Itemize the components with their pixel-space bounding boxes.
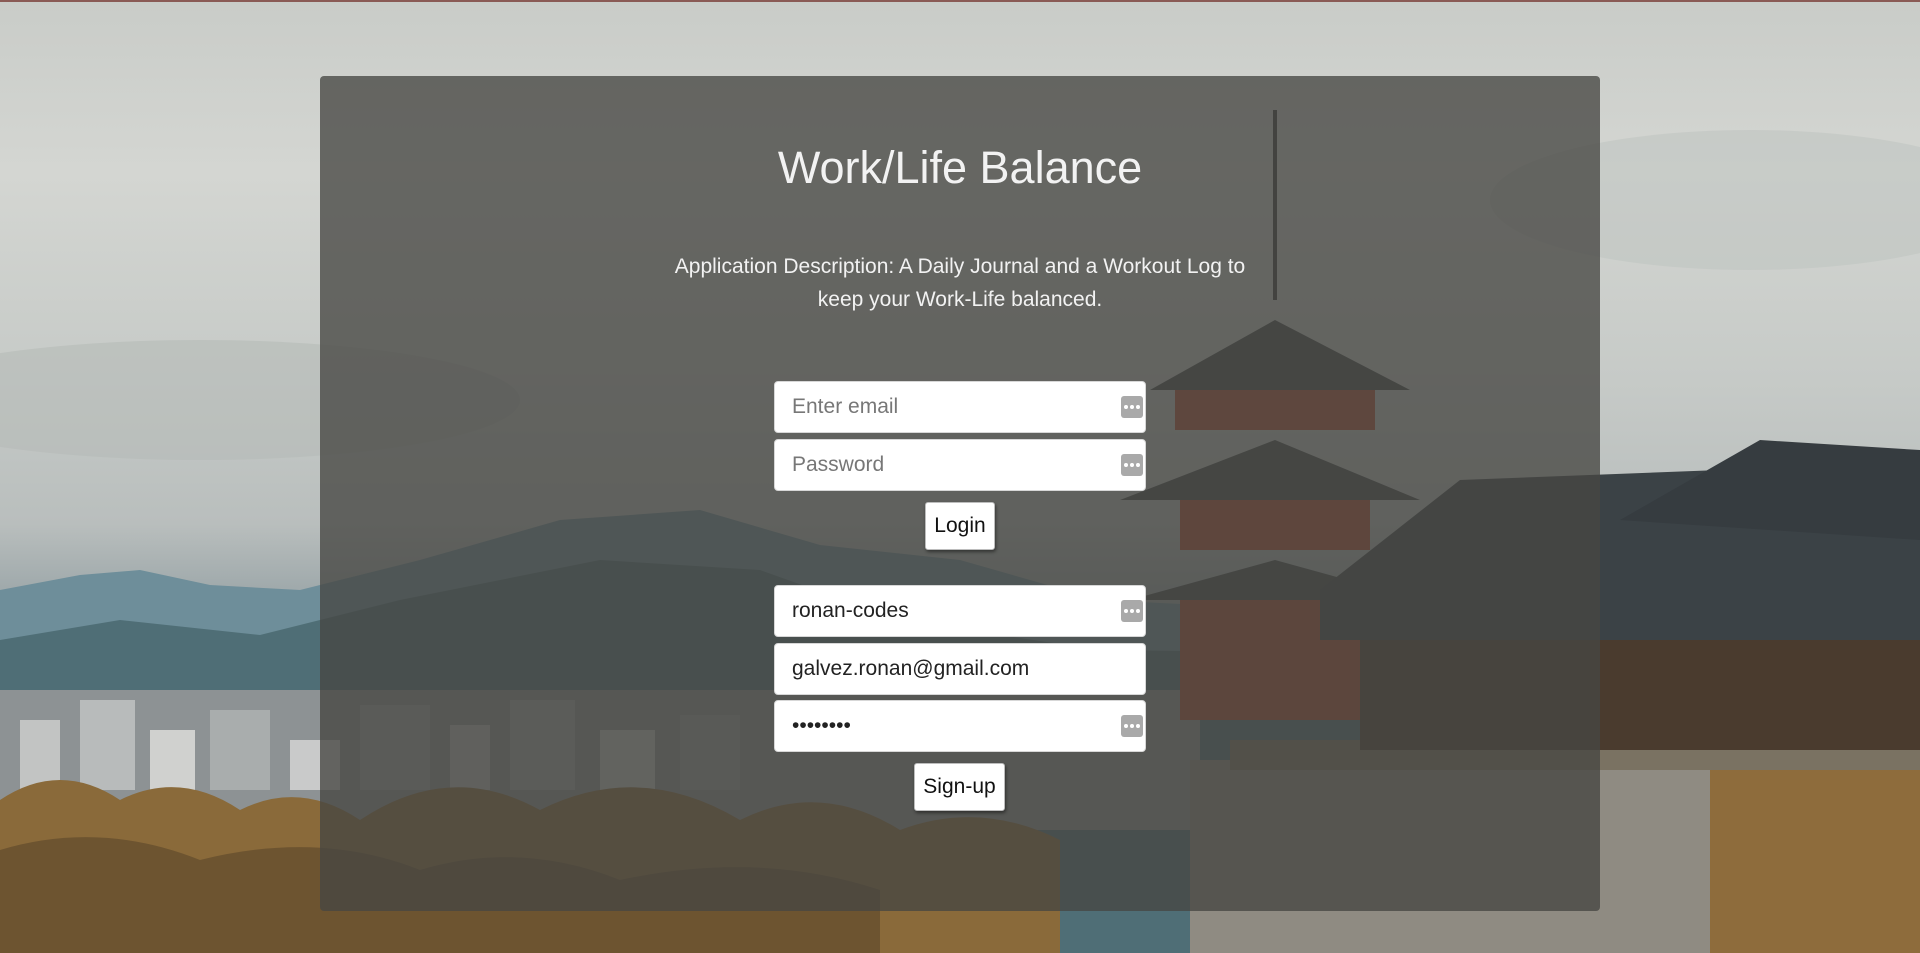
password-manager-icon[interactable] [1121,396,1143,418]
signup-email-input[interactable] [792,644,1112,694]
password-manager-icon[interactable] [1121,715,1143,737]
login-password-field [774,439,1146,491]
login-password-input[interactable] [792,440,1112,490]
signup-email-field [774,643,1146,695]
password-manager-icon[interactable] [1121,600,1143,622]
login-button[interactable]: Login [925,502,995,550]
signup-username-field [774,585,1146,637]
page-title: Work/Life Balance [777,142,1143,193]
top-border-line [0,0,1920,2]
signup-password-field [774,700,1146,752]
login-email-input[interactable] [792,382,1112,432]
app-description: Application Description: A Daily Journal… [674,255,1246,311]
login-email-field [774,381,1146,433]
signup-password-input[interactable] [792,701,1112,751]
signup-username-input[interactable] [792,586,1112,636]
signup-button[interactable]: Sign-up [914,763,1005,811]
password-manager-icon[interactable] [1121,454,1143,476]
